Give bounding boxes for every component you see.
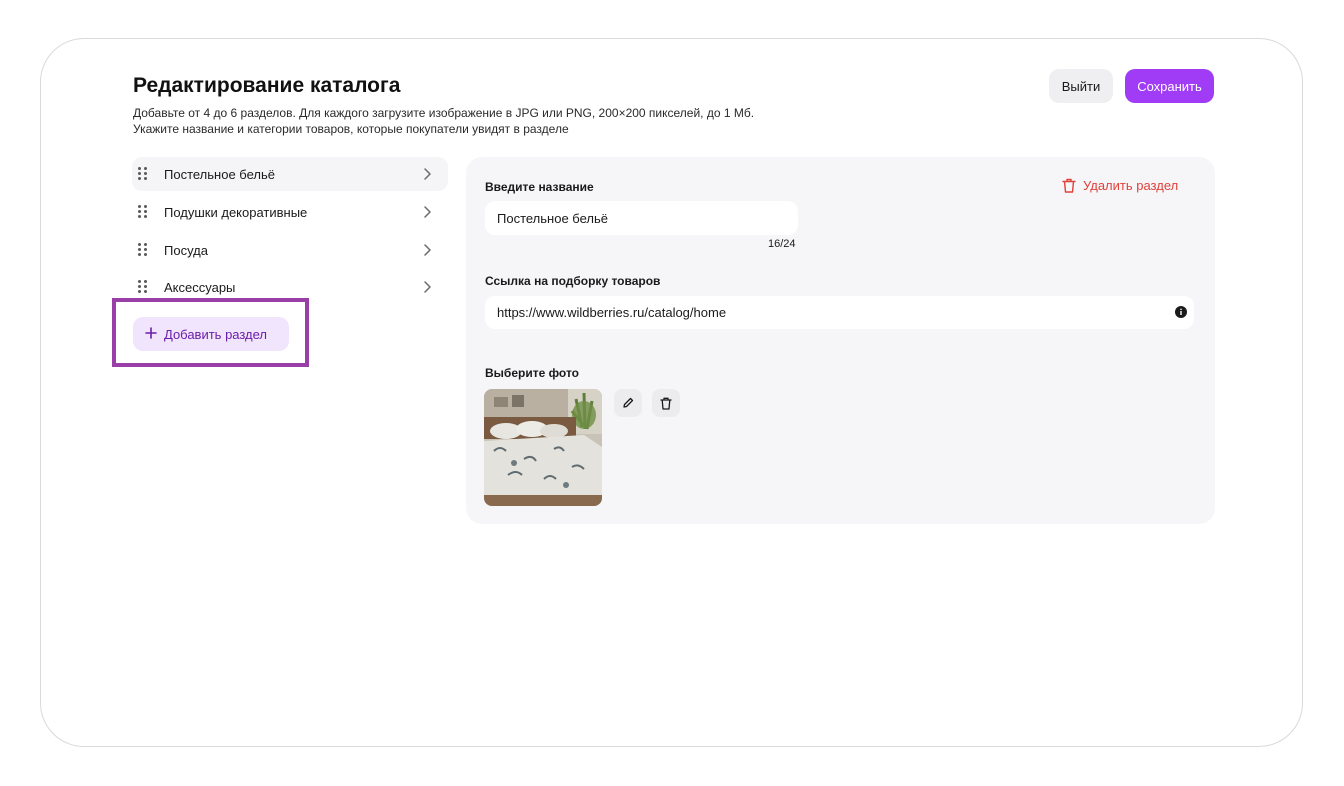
sidebar-item-label: Посуда xyxy=(164,242,208,258)
plus-icon xyxy=(145,327,157,339)
info-icon[interactable] xyxy=(1175,306,1187,318)
delete-photo-button[interactable] xyxy=(652,389,680,417)
name-counter: 16/24 xyxy=(768,238,796,250)
trash-icon xyxy=(1062,178,1076,193)
section-photo[interactable] xyxy=(484,389,602,506)
add-section-label: Добавить раздел xyxy=(164,326,268,342)
chevron-right-icon xyxy=(424,281,431,293)
name-input[interactable]: Постельное бельё xyxy=(485,201,798,235)
trash-icon xyxy=(660,397,672,410)
photo-label: Выберите фото xyxy=(485,366,580,380)
sidebar-item-label: Подушки декоративные xyxy=(164,204,308,220)
pencil-icon xyxy=(623,397,634,408)
delete-section-label: Удалить раздел xyxy=(1083,178,1179,193)
name-label: Введите название xyxy=(485,180,594,194)
exit-button[interactable]: Выйти xyxy=(1049,69,1113,103)
sidebar-item-label: Постельное бельё xyxy=(164,166,275,182)
sidebar-item-dishes[interactable]: Посуда xyxy=(132,233,448,267)
drag-handle-icon[interactable] xyxy=(138,280,148,294)
delete-section-button[interactable]: Удалить раздел xyxy=(1062,178,1178,193)
page-subtitle: Добавьте от 4 до 6 разделов. Для каждого… xyxy=(133,105,754,137)
sidebar-item-bedding[interactable]: Постельное бельё xyxy=(132,157,448,191)
drag-handle-icon[interactable] xyxy=(138,205,148,219)
subtitle-line-1: Добавьте от 4 до 6 разделов. Для каждого… xyxy=(133,106,755,120)
subtitle-line-2: Укажите название и категории товаров, ко… xyxy=(133,122,569,136)
save-button[interactable]: Сохранить xyxy=(1125,69,1214,103)
sidebar-item-label: Аксессуары xyxy=(164,279,236,295)
chevron-right-icon xyxy=(424,206,431,218)
drag-handle-icon[interactable] xyxy=(138,167,148,181)
sidebar-item-pillows[interactable]: Подушки декоративные xyxy=(132,195,448,229)
bedroom-photo-image xyxy=(484,389,602,506)
chevron-right-icon xyxy=(424,244,431,256)
add-section-button[interactable]: Добавить раздел xyxy=(133,317,289,351)
drag-handle-icon[interactable] xyxy=(138,243,148,257)
chevron-right-icon xyxy=(424,168,431,180)
edit-photo-button[interactable] xyxy=(614,389,642,417)
link-input[interactable]: https://www.wildberries.ru/catalog/home xyxy=(485,296,1194,329)
page-title: Редактирование каталога xyxy=(133,74,401,97)
link-label: Ссылка на подборку товаров xyxy=(485,274,661,288)
